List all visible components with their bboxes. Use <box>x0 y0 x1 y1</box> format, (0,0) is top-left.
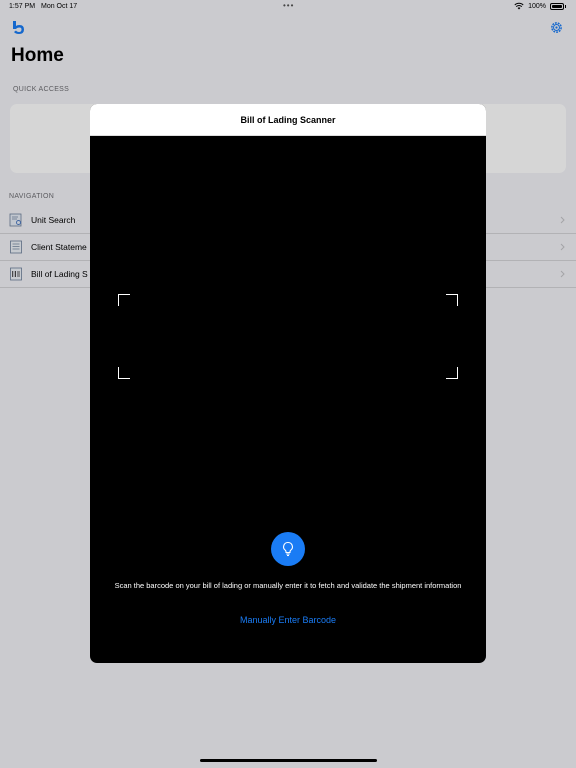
modal-header: Bill of Lading Scanner <box>90 104 486 136</box>
frame-corner-bottom-right <box>446 367 458 379</box>
torch-toggle-button[interactable] <box>271 532 305 566</box>
lightbulb-icon <box>283 541 293 557</box>
frame-corner-bottom-left <box>118 367 130 379</box>
app-screen: 1:57 PM Mon Oct 17 ••• 100% Home QUICK A… <box>0 0 576 768</box>
modal-title: Bill of Lading Scanner <box>240 114 336 125</box>
frame-corner-top-left <box>118 294 130 306</box>
scan-instructions: Scan the barcode on your bill of lading … <box>114 581 462 590</box>
scan-target-frame <box>118 294 458 379</box>
frame-corner-top-right <box>446 294 458 306</box>
scanner-modal: Bill of Lading Scanner Scan the barcode … <box>90 104 486 663</box>
manually-enter-barcode-button[interactable]: Manually Enter Barcode <box>90 615 486 625</box>
home-indicator[interactable] <box>200 759 377 762</box>
